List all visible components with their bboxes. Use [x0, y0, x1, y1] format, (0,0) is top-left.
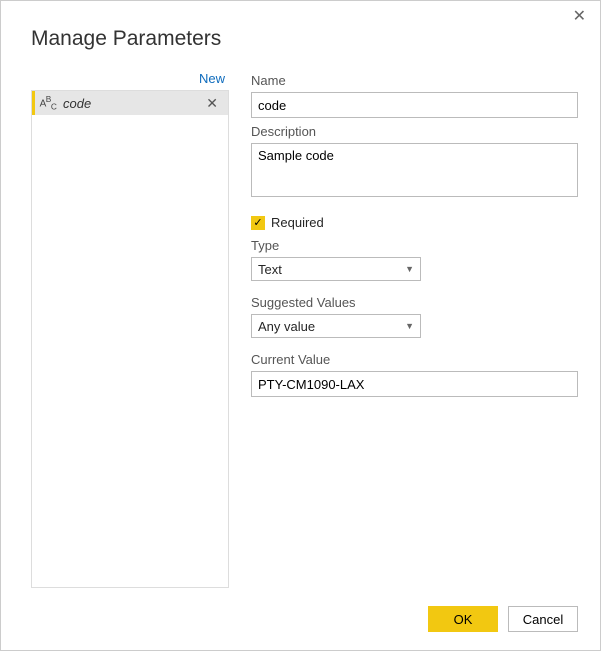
current-value-input[interactable] — [251, 371, 578, 397]
description-label: Description — [251, 124, 578, 139]
new-parameter-link[interactable]: New — [31, 71, 229, 90]
ok-button[interactable]: OK — [428, 606, 498, 632]
required-label: Required — [271, 215, 324, 230]
manage-parameters-dialog: ✕ Manage Parameters New ABC code ✕ Name … — [0, 0, 601, 651]
description-input[interactable]: Sample code — [251, 143, 578, 197]
suggested-values-label: Suggested Values — [251, 295, 578, 310]
delete-parameter-icon[interactable]: ✕ — [204, 95, 220, 112]
parameter-list-item[interactable]: ABC code ✕ — [32, 91, 228, 115]
parameter-item-name: code — [61, 96, 204, 111]
dialog-title: Manage Parameters — [1, 1, 600, 51]
close-icon[interactable]: ✕ — [573, 9, 586, 25]
text-type-icon: ABC — [35, 94, 61, 111]
type-select-value: Text — [258, 262, 282, 277]
suggested-values-select-value: Any value — [258, 319, 315, 334]
name-label: Name — [251, 73, 578, 88]
suggested-values-select[interactable]: Any value ▼ — [251, 314, 421, 338]
type-label: Type — [251, 238, 578, 253]
parameters-list: ABC code ✕ — [31, 90, 229, 588]
current-value-label: Current Value — [251, 352, 578, 367]
required-row: ✓ Required — [251, 215, 578, 230]
parameter-details-panel: Name Description Sample code ✓ Required … — [251, 71, 578, 592]
required-checkbox[interactable]: ✓ — [251, 216, 265, 230]
dialog-content: New ABC code ✕ Name Description Sample c… — [1, 51, 600, 592]
type-select[interactable]: Text ▼ — [251, 257, 421, 281]
parameters-panel: New ABC code ✕ — [31, 71, 229, 592]
dialog-footer: OK Cancel — [1, 592, 600, 650]
cancel-button[interactable]: Cancel — [508, 606, 578, 632]
chevron-down-icon: ▼ — [405, 321, 414, 331]
chevron-down-icon: ▼ — [405, 264, 414, 274]
name-input[interactable] — [251, 92, 578, 118]
